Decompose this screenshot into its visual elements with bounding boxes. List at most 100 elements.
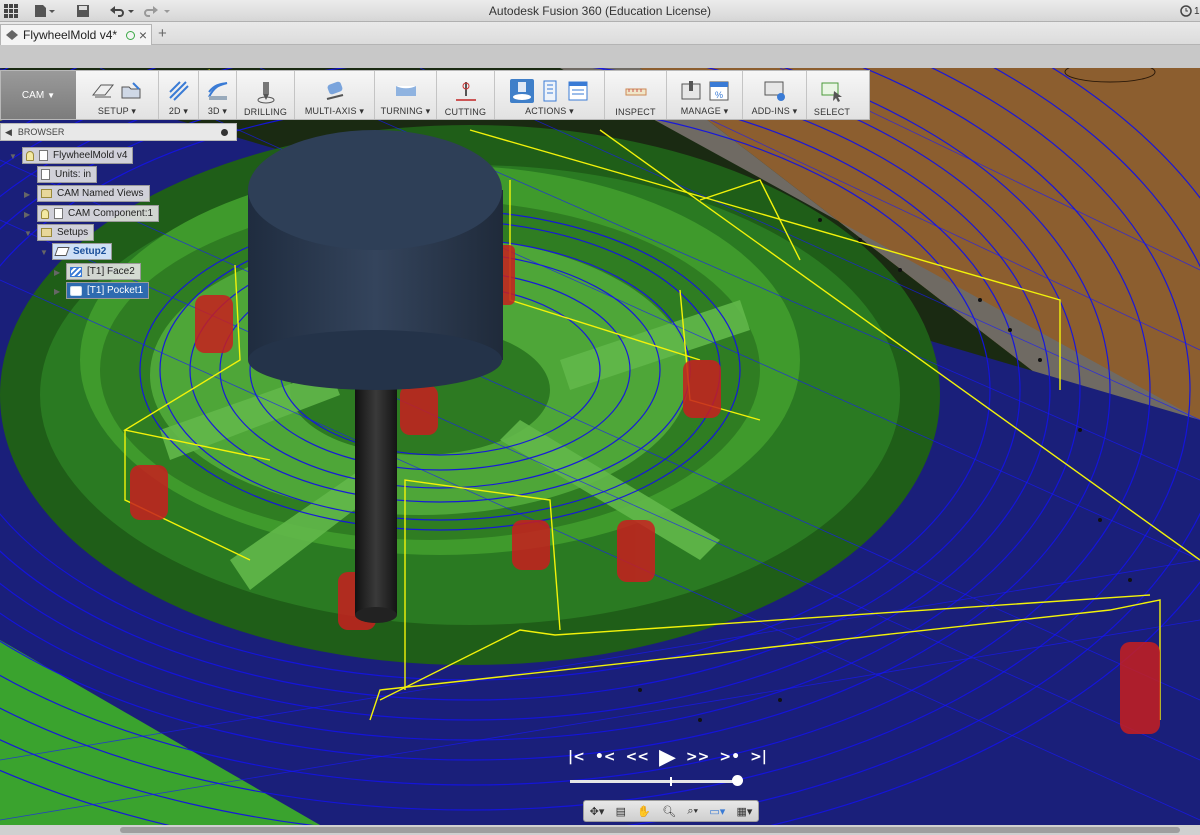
step-forward-icon[interactable]: >• [719,749,740,765]
zoom-icon[interactable]: 🔍︎ [662,805,676,818]
orbit-icon[interactable]: ✥▾ [590,805,605,818]
document-icon [39,150,48,161]
design-icon [6,30,18,40]
close-tab-button[interactable]: × [139,27,147,43]
drilling-group[interactable]: DRILLING [237,71,295,119]
setup-label: SETUP ▾ [97,106,137,116]
document-tab[interactable]: FlywheelMold v4* × [0,24,152,45]
component-icon [54,208,63,219]
pin-icon[interactable] [221,128,228,136]
lightbulb-icon[interactable] [41,208,49,219]
expand-arrow-icon[interactable]: ▼ [9,152,17,161]
face-toolpath-icon [70,266,82,277]
multi-axis-icon[interactable] [323,79,347,103]
tree-root[interactable]: FlywheelMold v4 [22,147,134,164]
step-back-icon[interactable]: •< [595,749,616,765]
tree-named-views-label: CAM Named Views [57,188,144,199]
measure-icon[interactable] [624,80,648,104]
navigation-bar: ✥▾ ▤ ✋ 🔍︎ ⌕▾ ▭▾ ▦▾ [583,800,759,822]
tree-op-face2[interactable]: [T1] Face2 [66,263,141,280]
tree-setups-label: Setups [57,227,89,238]
select-group[interactable]: SELECT [807,71,857,119]
manage-label: MANAGE ▾ [680,106,729,116]
drilling-label: DRILLING [243,107,288,117]
document-bar [0,22,1200,45]
actions-label: ACTIONS ▾ [525,106,574,116]
3d-label: 3D ▾ [207,106,228,116]
look-at-icon[interactable]: ▤ [616,805,626,818]
2d-label: 2D ▾ [168,106,189,116]
tree-named-views[interactable]: CAM Named Views [37,185,150,202]
setup-group[interactable]: SETUP ▾ [76,71,159,119]
expand-arrow-icon[interactable]: ▼ [24,229,32,238]
multi-axis-label: MULTI-AXIS ▾ [304,106,365,116]
multi-axis-group[interactable]: MULTI-AXIS ▾ [295,71,375,119]
tree-setup2-label: Setup2 [73,246,107,257]
browser-header[interactable]: ◀ BROWSER [0,123,237,141]
expand-arrow-icon[interactable]: ▼ [40,248,48,257]
3d-group[interactable]: 3D ▾ [199,71,237,119]
expand-arrow-icon[interactable]: ▶ [24,190,30,199]
scroll-thumb[interactable] [120,827,1180,833]
drill-icon[interactable] [254,80,278,104]
expand-arrow-icon[interactable]: ▶ [54,268,60,277]
rewind-icon[interactable]: << [626,749,649,765]
skip-end-icon[interactable]: >| [750,749,767,765]
tool-library-icon[interactable] [679,79,703,103]
add-ins-icon[interactable] [763,79,787,103]
select-icon[interactable] [820,80,844,104]
setup-sheet-icon[interactable] [566,79,590,103]
document-tab-name: FlywheelMold v4* [23,28,118,42]
pan-icon[interactable]: ✋ [637,805,651,818]
simulate-icon[interactable] [509,79,534,103]
tree-setups[interactable]: Setups [37,224,95,241]
cutting-group[interactable]: CUTTING [437,71,495,119]
tree-setup2[interactable]: Setup2 [52,243,113,260]
toolpath-scene [0,68,1200,825]
chevron-down-icon: ▼ [47,90,56,100]
actions-group[interactable]: ACTIONS ▾ [495,71,605,119]
turning-icon[interactable] [394,79,418,103]
expand-arrow-icon[interactable]: ▶ [24,210,30,219]
display-settings-icon[interactable]: ▭▾ [709,805,725,818]
tree-op-face2-label: [T1] Face2 [87,266,135,277]
clock-label: 1 [1194,5,1200,17]
slider-knob[interactable] [732,775,743,786]
stock-folder-icon[interactable] [119,79,143,103]
clock-icon[interactable]: 1 [1180,3,1200,19]
new-tab-button[interactable]: + [158,25,167,42]
cutting-icon[interactable] [454,80,478,104]
tree-units-label: Units: in [55,169,92,180]
collapse-icon[interactable]: ◀ [5,127,12,138]
tree-units[interactable]: Units: in [37,166,98,183]
skip-start-icon[interactable]: |< [568,749,585,765]
slider-marker [670,777,672,786]
tree-component[interactable]: CAM Component:1 [37,205,160,222]
tree-root-label: FlywheelMold v4 [53,150,128,161]
setup-icon[interactable] [91,79,115,103]
horizontal-scrollbar[interactable] [0,825,1200,835]
templates-icon[interactable]: % [707,79,731,103]
grid-settings-icon[interactable]: ▦▾ [736,805,752,818]
add-ins-group[interactable]: ADD-INS ▾ [743,71,807,119]
2d-group[interactable]: 2D ▾ [159,71,199,119]
expand-arrow-icon[interactable]: ▶ [54,287,60,296]
lightbulb-icon[interactable] [26,150,34,161]
tree-op-pocket1[interactable]: [T1] Pocket1 [66,282,150,299]
post-process-icon[interactable] [538,79,562,103]
fast-forward-icon[interactable]: >> [686,749,709,765]
workspace-switcher[interactable]: CAM ▼ [1,71,76,119]
fit-zoom-icon[interactable]: ⌕▾ [687,805,698,818]
2d-toolpath-icon[interactable] [167,79,191,103]
inspect-group[interactable]: INSPECT [605,71,667,119]
setup-icon [54,247,70,256]
turning-label: TURNING ▾ [380,106,431,116]
title-bar: Autodesk Fusion 360 (Education License) … [0,0,1200,22]
3d-toolpath-icon[interactable] [206,79,230,103]
3d-viewport[interactable] [0,68,1200,825]
turning-group[interactable]: TURNING ▾ [375,71,437,119]
manage-group[interactable]: % MANAGE ▾ [667,71,743,119]
play-icon[interactable]: ▶ [659,745,676,770]
document-icon [41,169,50,180]
playback-slider[interactable] [570,775,743,786]
